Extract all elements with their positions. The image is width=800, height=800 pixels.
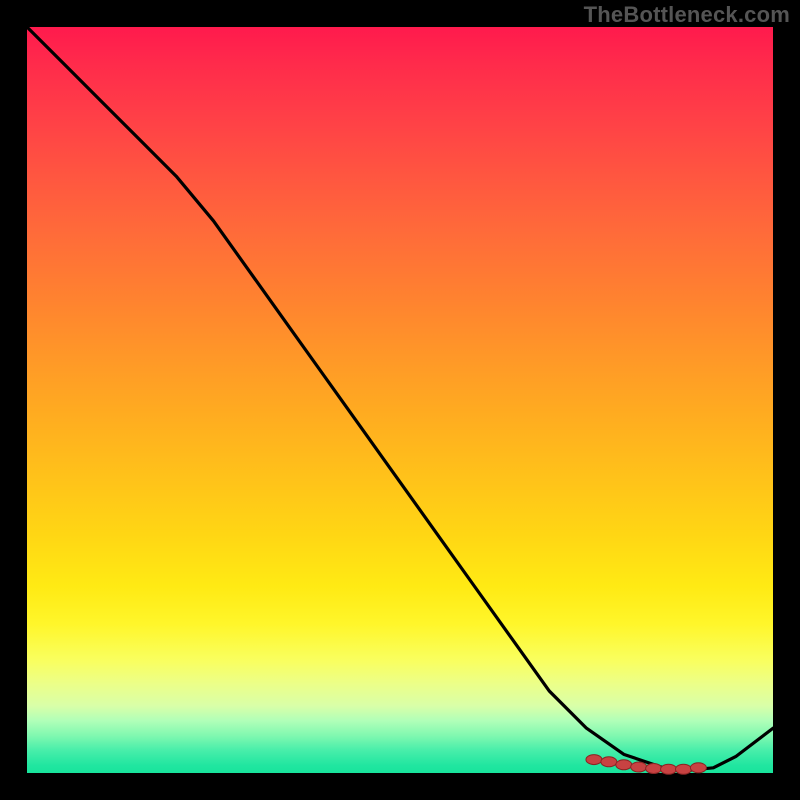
highlight-marker (601, 757, 617, 767)
watermark-label: TheBottleneck.com (584, 2, 790, 28)
highlight-marker (690, 763, 706, 773)
highlight-marker (646, 764, 662, 774)
highlight-marker (586, 755, 602, 765)
highlight-marker-group (586, 755, 706, 775)
chart-frame: TheBottleneck.com (0, 0, 800, 800)
bottleneck-curve (27, 27, 773, 771)
highlight-marker (616, 760, 632, 770)
highlight-marker (631, 762, 647, 772)
highlight-marker (661, 764, 677, 774)
chart-overlay-svg (27, 27, 773, 773)
highlight-marker (675, 764, 691, 774)
